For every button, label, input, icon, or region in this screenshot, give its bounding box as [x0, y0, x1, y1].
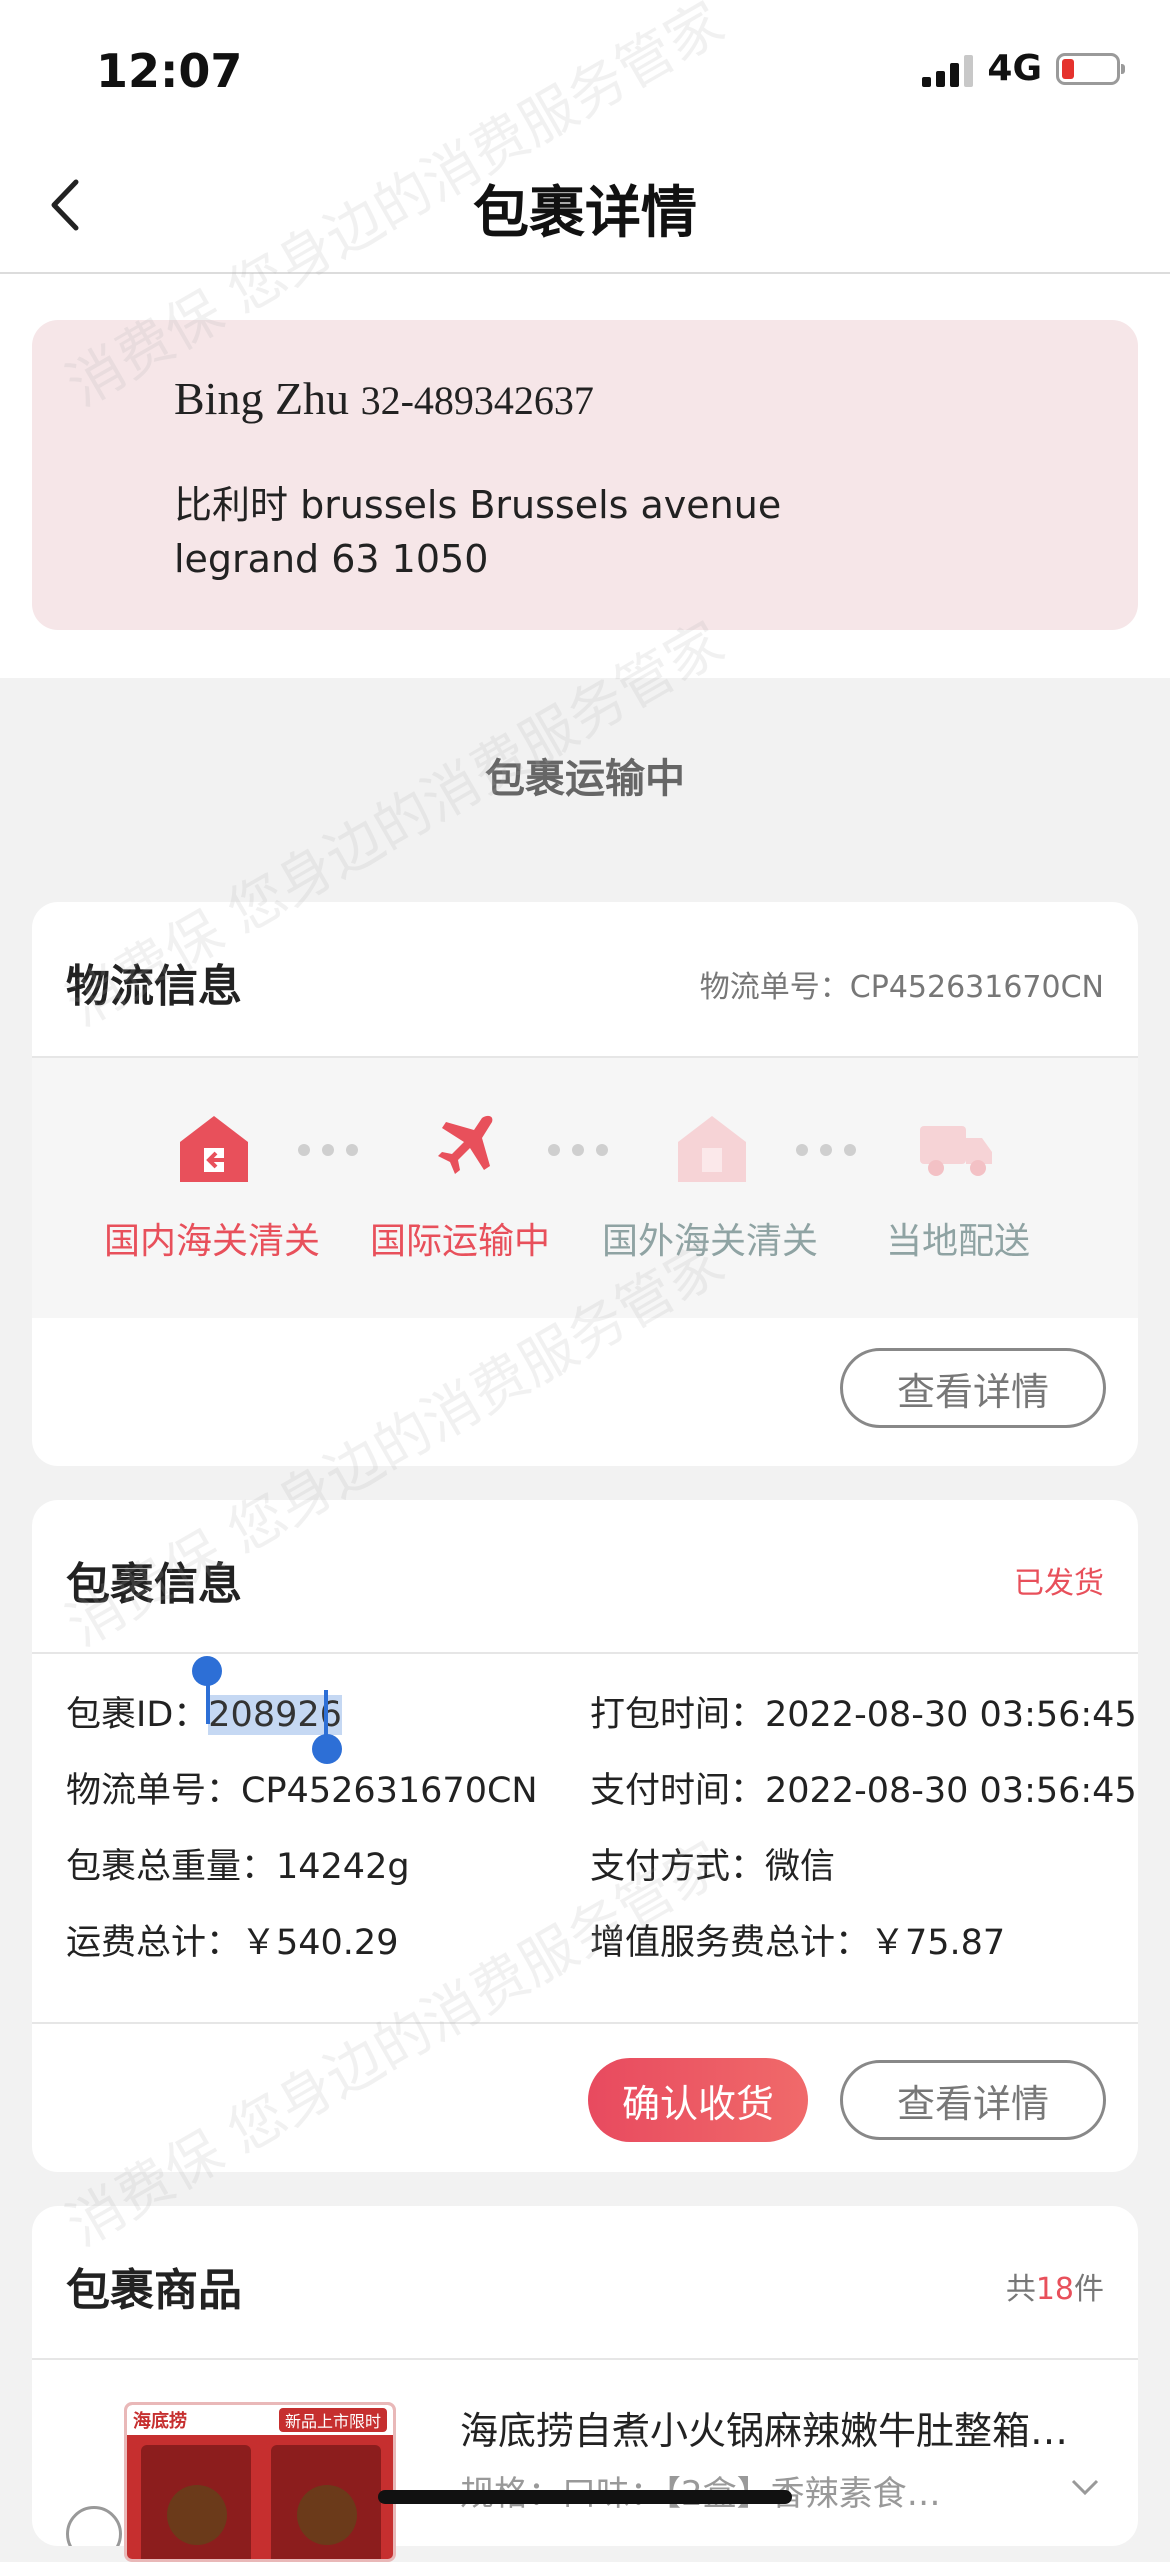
package-id-label: 包裹ID： [66, 1695, 209, 1735]
package-tracking-row: 物流单号：CP452631670CN [66, 1771, 538, 1811]
step-connector [298, 1144, 358, 1156]
shipping-fee-row: 运费总计：￥540.29 [66, 1923, 399, 1963]
nav-divider [0, 272, 1170, 274]
goods-count-suffix: 件 [1074, 2272, 1104, 2307]
network-label: 4G [987, 48, 1042, 89]
address-line-1: 比利时 brussels Brussels avenue [174, 483, 782, 527]
divider [32, 1652, 1138, 1654]
status-time: 12:07 [96, 44, 243, 98]
truck-icon [920, 1126, 992, 1176]
step-connector [548, 1144, 608, 1156]
package-info-title: 包裹信息 [66, 1559, 242, 1610]
service-fee-row: 增值服务费总计：￥75.87 [590, 1923, 1006, 1963]
step-connector [796, 1144, 856, 1156]
address-line-2: legrand 63 1050 [174, 537, 489, 581]
page-title: 包裹详情 [473, 181, 697, 246]
divider [32, 2358, 1138, 2360]
signal-icon [922, 51, 974, 87]
product-title[interactable]: 海底捞自煮小火锅麻辣嫩牛肚整箱… [460, 2400, 1068, 2455]
goods-count: 共18件 [1006, 2264, 1104, 2308]
product-banner: 新品上市限时 [278, 2408, 387, 2432]
pack-time-row: 打包时间：2022-08-30 03:56:45 [590, 1695, 1137, 1735]
logistics-tracking-number: 物流单号：CP452631670CN [699, 970, 1104, 1005]
package-status-badge: 已发货 [1014, 1566, 1104, 1601]
step-label-domestic-customs: 国内海关清关 [104, 1221, 321, 1262]
home-indicator [378, 2490, 792, 2504]
package-goods-title: 包裹商品 [66, 2265, 242, 2316]
pay-time-row: 支付时间：2022-08-30 03:56:45 [590, 1771, 1137, 1811]
pay-method-row: 支付方式：微信 [590, 1847, 836, 1887]
selection-handle-end[interactable] [312, 1734, 342, 1764]
goods-count-value: 18 [1035, 2272, 1074, 2307]
logistics-detail-button[interactable]: 查看详情 [840, 1348, 1106, 1428]
package-id-value[interactable]: 208926 [208, 1695, 342, 1735]
customs-icon [180, 1116, 248, 1182]
goods-count-prefix: 共 [1005, 2272, 1036, 2307]
airplane-icon [438, 1115, 493, 1174]
logistics-card: 物流信息 物流单号：CP452631670CN 国内海关清关 国际运输中 国外海… [32, 902, 1138, 1466]
step-label-local-delivery: 当地配送 [886, 1221, 1031, 1262]
customs-icon [678, 1116, 746, 1182]
step-label-foreign-customs: 国外海关清关 [602, 1221, 819, 1262]
package-weight-row: 包裹总重量：14242g [66, 1847, 410, 1887]
selection-handle-start[interactable] [192, 1656, 222, 1686]
recipient-phone: 32-489342637 [360, 378, 594, 423]
item-select-checkbox[interactable] [66, 2506, 122, 2546]
transit-status: 包裹运输中 [485, 756, 685, 802]
divider [32, 2022, 1138, 2024]
confirm-receipt-button[interactable]: 确认收货 [588, 2058, 808, 2142]
product-brand: 海底捞 [133, 2411, 187, 2432]
package-id-row[interactable]: 包裹ID：208926 [66, 1686, 342, 1737]
battery-icon [1056, 52, 1125, 85]
status-icons: 4G [922, 48, 1125, 89]
product-thumbnail[interactable]: 海底捞 新品上市限时 [124, 2402, 396, 2562]
step-label-international-transit: 国际运输中 [370, 1221, 551, 1262]
chevron-down-icon[interactable] [1070, 2478, 1100, 2496]
recipient-name: Bing Zhu [174, 373, 350, 424]
selection-handle-end-bar [324, 1690, 328, 1738]
logistics-steps: 国内海关清关 国际运输中 国外海关清关 当地配送 [32, 1058, 1138, 1318]
package-detail-button[interactable]: 查看详情 [840, 2060, 1106, 2140]
logistics-title: 物流信息 [66, 961, 242, 1012]
package-info-card: 包裹信息 已发货 包裹ID：208926 物流单号：CP452631670CN … [32, 1500, 1138, 2172]
recipient-name-line: Bing Zhu 32-489342637 [174, 372, 594, 425]
